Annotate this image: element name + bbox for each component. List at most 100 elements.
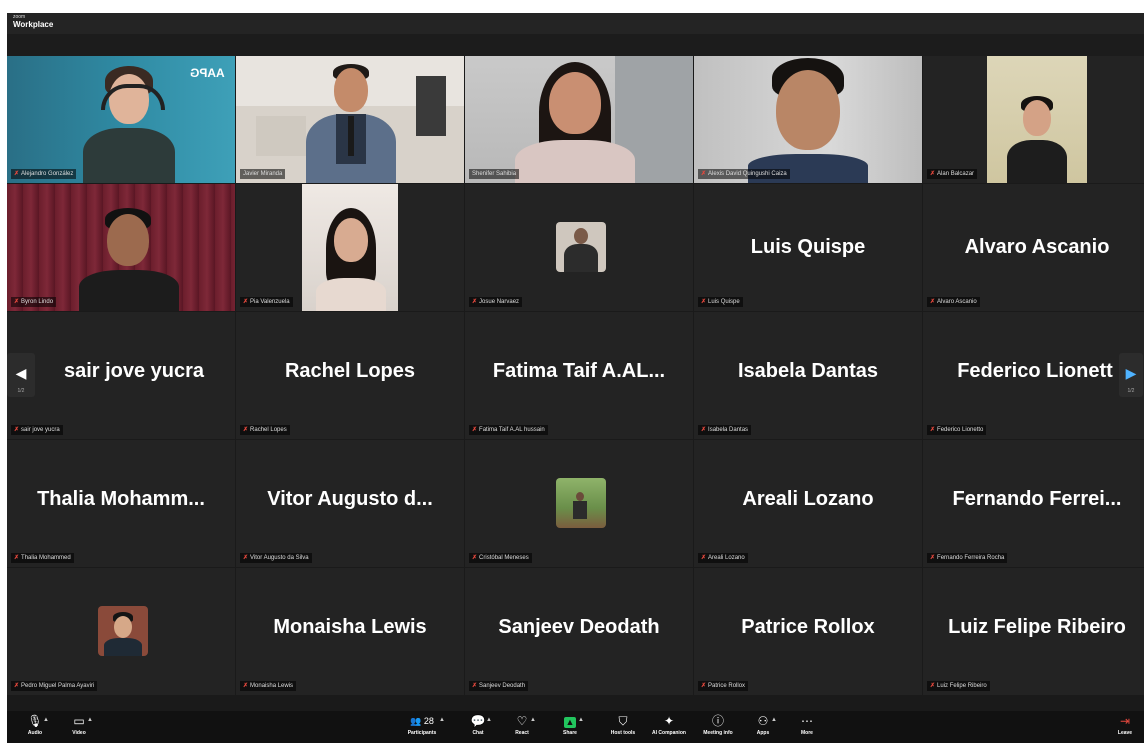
participant-name: Byron Lindo (21, 299, 54, 305)
muted-mic-icon: ✗ (14, 555, 20, 561)
page-indicator: 1/2 (17, 388, 25, 394)
host-tools-button[interactable]: ⛉ Host tools (601, 714, 645, 737)
participant-avatar (556, 478, 606, 528)
participant-tile-active-speaker[interactable]: Shenifer Sahibia (465, 56, 693, 183)
participant-tile[interactable]: ✗ Alan Balcazar (923, 56, 1144, 183)
participant-tile[interactable]: ✗ Cristóbal Meneses (465, 440, 693, 567)
participant-tile[interactable]: Areali Lozano ✗ Areali Lozano (694, 440, 922, 567)
muted-mic-icon: ✗ (472, 555, 478, 561)
participant-tile[interactable]: Fatima Taif A.AL... ✗ Fatima Taif A.AL hu… (465, 312, 693, 439)
participant-tile[interactable]: Javier Miranda (236, 56, 464, 183)
sparkle-icon: ✦ (663, 714, 675, 728)
apps-label: Apps (756, 730, 770, 736)
participant-tile[interactable]: ✗ Josue Narvaez (465, 184, 693, 311)
chevron-up-icon[interactable]: ▲ (439, 717, 445, 723)
participant-name: Areali Lozano (708, 555, 745, 561)
zoom-workplace-logo: zoom Workplace (13, 15, 53, 29)
ai-companion-button[interactable]: ✦ AI Companion (643, 714, 695, 737)
participant-video (7, 184, 235, 311)
participant-video (236, 56, 464, 183)
participant-tile[interactable]: sair jove yucra ✗ sair jove yucra (7, 312, 235, 439)
chat-label: Chat (472, 730, 484, 736)
participant-tile[interactable]: Rachel Lopes ✗ Rachel Lopes (236, 312, 464, 439)
react-label: React (515, 730, 529, 736)
participant-tile[interactable]: Alvaro Ascanio ✗ Alvaro Ascanio (923, 184, 1144, 311)
muted-mic-icon: ✗ (14, 171, 20, 177)
participants-label: Participants (407, 730, 437, 736)
muted-mic-icon: ✗ (701, 171, 707, 177)
leave-door-icon: ⇥ (1119, 714, 1131, 728)
participant-name: Fatima Taif A.AL hussain (479, 427, 545, 433)
participant-name: Federico Lionetto (937, 427, 984, 433)
share-icon-row: ▲ (548, 714, 592, 729)
participant-name-label: ✗ Sanjeev Deodath (469, 681, 529, 691)
participants-button[interactable]: 👥 28 ▲ Participants (397, 714, 447, 737)
participant-tile[interactable]: Monaisha Lewis ✗ Monaisha Lewis (236, 568, 464, 695)
participant-tile[interactable]: ✗ Pia Valenzuela (236, 184, 464, 311)
video-button[interactable]: ▭ ▲ Video (57, 714, 101, 737)
participant-tile[interactable]: Patrice Rollox ✗ Patrice Rollox (694, 568, 922, 695)
meeting-info-button[interactable]: ⓘ Meeting info (693, 714, 743, 737)
more-icon: ⋯ (801, 714, 813, 728)
participants-count: 28 (423, 716, 434, 726)
participant-display-name: Thalia Mohamm... (37, 488, 205, 510)
muted-mic-icon: ✗ (701, 427, 707, 433)
more-button[interactable]: ⋯ More (785, 714, 829, 737)
chat-button[interactable]: 💬 ▲ Chat (456, 714, 500, 737)
chevron-up-icon[interactable]: ▲ (486, 717, 492, 723)
react-button[interactable]: ♡ ▲ React (500, 714, 544, 737)
participant-name: Cristóbal Meneses (479, 555, 529, 561)
leave-label: Leave (1117, 730, 1133, 736)
participant-name-label: ✗ Alexis David Quingushi Caiza (698, 169, 790, 179)
participant-tile[interactable]: Thalia Mohamm... ✗ Thalia Mohammed (7, 440, 235, 567)
participant-display-name: Federico Lionett (957, 360, 1113, 382)
participant-display-name: sair jove yucra (63, 360, 205, 382)
next-page-button[interactable]: ▶ 1/2 (1119, 353, 1143, 397)
participant-name: Luiz Felipe Ribeiro (937, 683, 987, 689)
participant-tile[interactable]: Federico Lionett ✗ Federico Lionetto (923, 312, 1144, 439)
participant-display-name: Isabela Dantas (737, 360, 879, 382)
share-button[interactable]: ▲ ▲ Share (548, 714, 592, 737)
participant-tile[interactable]: Fernando Ferrei... ✗ Fernando Ferreira Ro… (923, 440, 1144, 567)
participant-display-name: Vitor Augusto d... (267, 488, 433, 510)
leave-button[interactable]: ⇥ Leave (1103, 714, 1144, 737)
muted-mic-icon: ✗ (930, 171, 936, 177)
participant-name-label: ✗ Vitor Augusto da Silva (240, 553, 312, 563)
participant-name: Alvaro Ascanio (937, 299, 977, 305)
muted-mic-icon: ✗ (472, 427, 478, 433)
share-screen-icon: ▲ (564, 717, 576, 728)
chevron-up-icon[interactable]: ▲ (87, 717, 93, 723)
ai-companion-label: AI Companion (652, 730, 686, 736)
participant-tile[interactable]: Luiz Felipe Ribeiro ✗ Luiz Felipe Ribeiro (923, 568, 1144, 695)
chevron-up-icon[interactable]: ▲ (771, 717, 777, 723)
audio-label: Audio (27, 730, 43, 736)
meeting-info-label: Meeting info (703, 730, 733, 736)
participant-name-label: ✗ Luis Quispe (698, 297, 743, 307)
video-label: Video (72, 730, 86, 736)
participant-name-label: ✗ Alejandro González (11, 169, 77, 179)
gallery-grid: AAPG ✗ Alejandro González Javier Miranda… (7, 56, 1144, 711)
participant-tile[interactable]: ✗ Alexis David Quingushi Caiza (694, 56, 922, 183)
participant-display-name: Luiz Felipe Ribeiro (948, 616, 1126, 638)
participant-name: Luis Quispe (708, 299, 740, 305)
participant-name-label: ✗ Josue Narvaez (469, 297, 523, 307)
chevron-up-icon[interactable]: ▲ (43, 717, 49, 723)
participant-tile[interactable]: ✗ Pedro Miguel Palma Ayaviri (7, 568, 235, 695)
participant-tile[interactable]: Isabela Dantas ✗ Isabela Dantas (694, 312, 922, 439)
participant-tile[interactable]: AAPG ✗ Alejandro González (7, 56, 235, 183)
previous-page-button[interactable]: ◀ 1/2 (7, 353, 35, 397)
participant-name: Pia Valenzuela (250, 299, 290, 305)
apps-button[interactable]: ⚇ ▲ Apps (741, 714, 785, 737)
muted-mic-icon: ✗ (14, 427, 20, 433)
chevron-up-icon[interactable]: ▲ (578, 717, 584, 723)
participant-tile[interactable]: Vitor Augusto d... ✗ Vitor Augusto da Sil… (236, 440, 464, 567)
participant-display-name: Fernando Ferrei... (952, 488, 1122, 510)
participant-display-name: Fatima Taif A.AL... (492, 360, 666, 382)
audio-button[interactable]: 🎙 ▲ Audio (13, 714, 57, 737)
participant-tile[interactable]: Luis Quispe ✗ Luis Quispe (694, 184, 922, 311)
zoom-window: zoom Workplace AAPG ✗Alejandro González (7, 13, 1144, 743)
participant-name-label: ✗ Monaisha Lewis (240, 681, 297, 691)
participant-tile[interactable]: Sanjeev Deodath ✗ Sanjeev Deodath (465, 568, 693, 695)
chevron-up-icon[interactable]: ▲ (530, 717, 536, 723)
participant-tile[interactable]: ✗ Byron Lindo (7, 184, 235, 311)
